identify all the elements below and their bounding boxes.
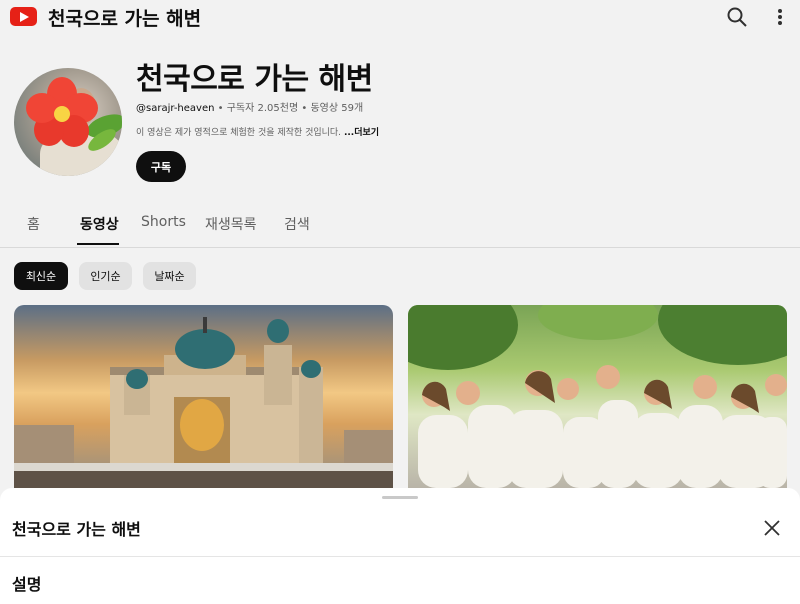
sheet-drag-handle[interactable] [382, 496, 418, 499]
description-sheet: 천국으로 가는 해변 설명 [0, 488, 800, 604]
video-thumbnail[interactable] [408, 305, 787, 488]
subscribe-button[interactable]: 구독 [136, 151, 186, 182]
channel-avatar [14, 68, 122, 176]
tab-shorts[interactable]: Shorts [141, 214, 186, 230]
chip-oldest[interactable]: 날짜순 [143, 262, 196, 290]
channel-description[interactable]: 이 영상은 제가 영적으로 체험한 것을 제작한 것입니다. ...더보기 [136, 125, 379, 138]
active-tab-indicator [77, 243, 119, 245]
description-section-title: 설명 [12, 575, 42, 594]
channel-name: 천국으로 가는 해변 [136, 62, 373, 97]
tab-videos[interactable]: 동영상 [80, 214, 119, 234]
top-bar-title: 천국으로 가는 해변 [48, 8, 202, 30]
top-app-bar: 천국으로 가는 해변 [0, 0, 800, 34]
tab-search[interactable]: 검색 [284, 214, 310, 234]
sheet-divider [0, 556, 800, 557]
chip-popular[interactable]: 인기순 [79, 262, 132, 290]
chip-latest[interactable]: 최신순 [14, 262, 68, 290]
tabs-divider [0, 247, 800, 248]
more-link[interactable]: ...더보기 [344, 128, 379, 138]
tab-playlists[interactable]: 재생목록 [205, 214, 257, 234]
youtube-logo-icon[interactable] [10, 7, 37, 26]
more-vert-icon[interactable] [770, 6, 790, 28]
search-icon[interactable] [726, 6, 748, 28]
channel-meta: @sarajr-heaven • 구독자 2.05천명 • 동영상 59개 [136, 103, 364, 114]
subscriber-count: 구독자 2.05천명 [226, 103, 299, 114]
tab-home[interactable]: 홈 [27, 214, 40, 234]
sheet-title: 천국으로 가는 해변 [12, 520, 141, 539]
video-thumbnail[interactable] [14, 305, 393, 488]
channel-handle: @sarajr-heaven [136, 103, 215, 114]
channel-description-text: 이 영상은 제가 영적으로 체험한 것을 제작한 것입니다. [136, 128, 342, 138]
video-count: 동영상 59개 [310, 103, 364, 114]
close-icon[interactable] [760, 516, 784, 540]
